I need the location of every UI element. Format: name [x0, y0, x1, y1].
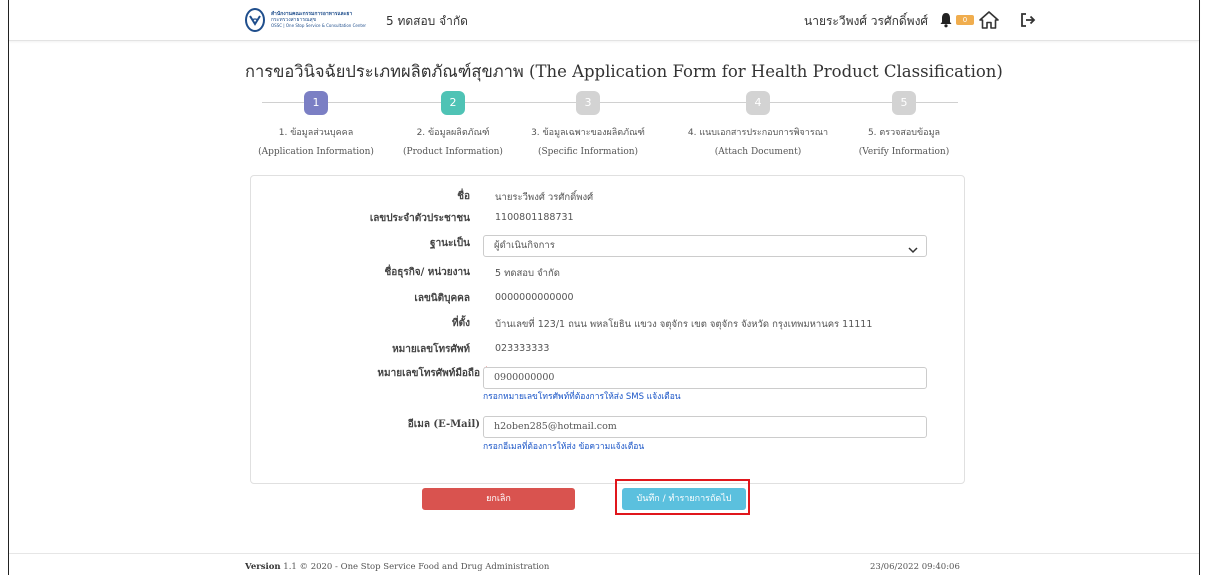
email-label-text: อีเมล (E-Mail)	[407, 419, 480, 430]
home-icon[interactable]	[979, 10, 999, 30]
step-2-number: 2	[441, 91, 465, 115]
step-4-number: 4	[746, 91, 770, 115]
sign-out-icon[interactable]	[1019, 11, 1037, 29]
step-1-number: 1	[304, 91, 328, 115]
step-5[interactable]: 5 5. ตรวจสอบข้อมูล (Verify Information)	[829, 91, 979, 157]
email-input[interactable]: h2oben285@hotmail.com	[483, 416, 927, 438]
step-1[interactable]: 1 1. ข้อมูลส่วนบุคคล (Application Inform…	[241, 91, 391, 157]
status-label: ฐานะเป็น	[430, 238, 470, 249]
step-5-number: 5	[892, 91, 916, 115]
version-text: 1.1 © 2020 - One Stop Service Food and D…	[283, 562, 550, 572]
email-label: อีเมล (E-Mail)	[408, 417, 480, 432]
step-2[interactable]: 2 2. ข้อมูลผลิตภัณฑ์ (Product Informatio…	[378, 91, 528, 157]
step-1-label: 1. ข้อมูลส่วนบุคคล	[278, 128, 354, 138]
step-3-sub: (Specific Information)	[537, 147, 639, 157]
step-2-label: 2. ข้อมูลผลิตภัณฑ์	[416, 128, 490, 138]
step-4[interactable]: 4 4. แนบเอกสารประกอบการพิจารณา (Attach D…	[683, 91, 833, 157]
step-5-label: 5. ตรวจสอบข้อมูล	[867, 128, 941, 138]
step-3[interactable]: 3 3. ข้อมูลเฉพาะของผลิตภัณฑ์ (Specific I…	[513, 91, 663, 157]
juristic-label: เลขนิติบุคคล	[414, 293, 470, 304]
email-hint: กรอกอีเมลที่ต้องการให้ส่ง ข้อความแจ้งเตื…	[483, 442, 645, 452]
footer-version: Version 1.1 © 2020 - One Stop Service Fo…	[245, 562, 549, 572]
fda-logo[interactable]: สำนักงานคณะกรรมการอาหารและยา กระทรวงสาธา…	[245, 6, 367, 34]
step-3-number: 3	[576, 91, 600, 115]
notification-badge[interactable]: 0	[956, 15, 974, 25]
address-value: บ้านเลขที่ 123/1 ถนน พหลโยธิน แขวง จตุจั…	[495, 319, 873, 330]
mobile-label: หมายเลขโทรศัพท์มือถือ	[377, 366, 480, 381]
step-2-sub: (Product Information)	[403, 147, 503, 157]
status-select-value: ผู้ดำเนินกิจการ	[494, 240, 555, 251]
step-4-sub: (Attach Document)	[714, 147, 802, 157]
step-4-label: 4. แนบเอกสารประกอบการพิจารณา	[687, 128, 829, 138]
step-3-label: 3. ข้อมูลเฉพาะของผลิตภัณฑ์	[531, 128, 645, 138]
mobile-label-text: หมายเลขโทรศัพท์มือถือ	[377, 368, 480, 379]
name-value: นายระวีพงศ์ วรศักดิ์พงศ์	[495, 192, 594, 203]
save-next-button[interactable]: บันทึก / ทำรายการถัดไป	[622, 488, 746, 510]
id-value: 1100801188731	[495, 212, 574, 223]
mobile-input[interactable]: 0900000000	[483, 367, 927, 389]
footer-datetime: 23/06/2022 09:40:06	[870, 562, 960, 572]
logo-line3: OSSC | One Stop Service & Consultation C…	[271, 23, 367, 28]
organization-name: 5 ทดสอบ จำกัด	[386, 14, 468, 28]
cancel-button[interactable]: ยกเลิก	[422, 488, 575, 510]
fda-logo-icon	[245, 8, 265, 32]
name-label: ชื่อ	[457, 191, 470, 202]
business-label: ชื่อธุรกิจ/ หน่วยงาน	[384, 267, 470, 278]
mobile-hint: กรอกหมายเลขโทรศัพท์ที่ต้องการให้ส่ง SMS …	[483, 392, 681, 402]
address-label: ที่ตั้ง	[452, 318, 470, 329]
footer-divider	[9, 553, 1199, 554]
step-1-sub: (Application Information)	[258, 147, 374, 157]
user-name[interactable]: นายระวีพงศ์ วรศักดิ์พงศ์	[804, 12, 928, 31]
step-5-sub: (Verify Information)	[858, 147, 950, 157]
page-title: การขอวินิจฉัยประเภทผลิตภัณฑ์สุขภาพ (The …	[245, 62, 1003, 81]
id-label: เลขประจำตัวประชาชน	[369, 213, 470, 224]
version-label: Version	[245, 562, 281, 572]
business-value: 5 ทดสอบ จำกัด	[495, 268, 560, 279]
phone-label: หมายเลขโทรศัพท์	[392, 344, 470, 355]
phone-value: 023333333	[495, 343, 550, 354]
status-select[interactable]: ผู้ดำเนินกิจการ	[483, 235, 927, 257]
chevron-down-icon	[908, 242, 918, 254]
juristic-value: 0000000000000	[495, 292, 574, 303]
bell-icon[interactable]	[938, 11, 956, 29]
